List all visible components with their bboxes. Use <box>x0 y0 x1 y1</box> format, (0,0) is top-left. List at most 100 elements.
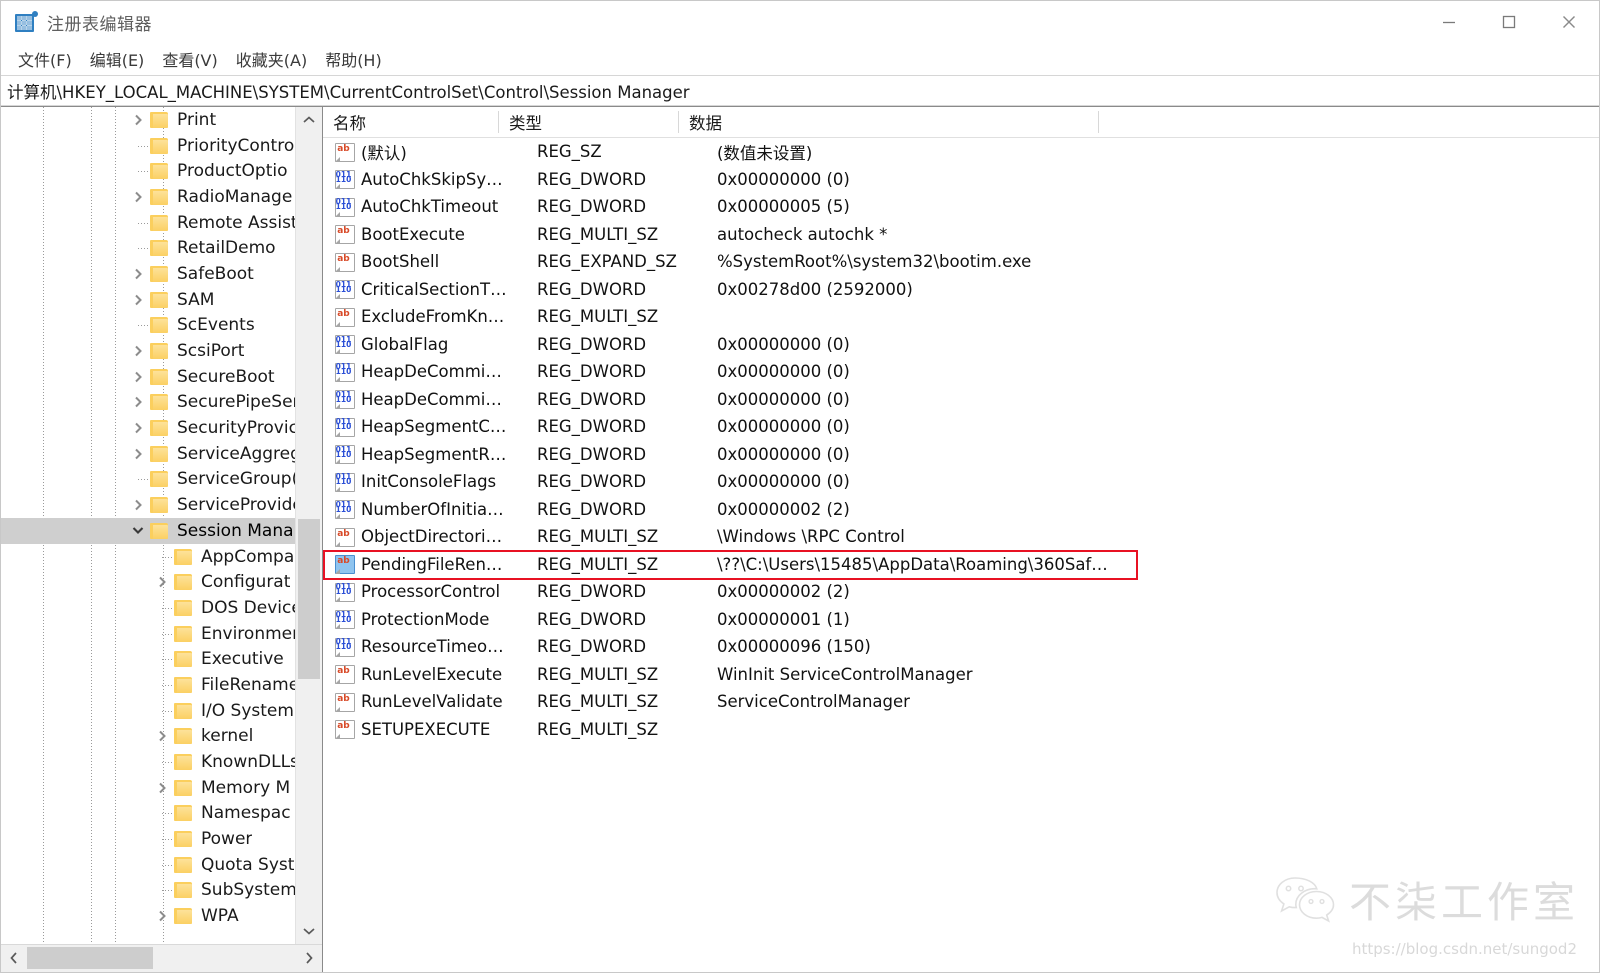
tree-line-stub <box>151 595 173 621</box>
chevron-right-icon[interactable] <box>127 390 149 416</box>
tree-node[interactable]: ScsiPort <box>1 338 322 364</box>
close-button[interactable] <box>1539 1 1599 43</box>
tree-node[interactable]: ServiceAggreg <box>1 441 322 467</box>
tree-node[interactable]: SafeBoot <box>1 261 322 287</box>
menu-help[interactable]: 帮助(H) <box>316 44 391 74</box>
chevron-right-icon[interactable] <box>127 184 149 210</box>
tree-node[interactable]: Session Mana <box>1 518 322 544</box>
column-header-type[interactable]: 类型 <box>499 107 679 137</box>
chevron-right-icon[interactable] <box>127 441 149 467</box>
value-row[interactable]: 011 110 CriticalSectionT… REG_DWORD 0x00278d… <box>323 276 1599 304</box>
tree-node[interactable]: SAM <box>1 287 322 313</box>
tree-node[interactable]: KnownDLLs <box>1 749 322 775</box>
menu-view[interactable]: 查看(V) <box>153 44 226 74</box>
value-row[interactable]: ab PendingFileRen… REG_MULTI_SZ \??\C:\User… <box>323 551 1599 579</box>
chevron-right-icon[interactable] <box>127 107 149 133</box>
chevron-right-icon[interactable] <box>151 569 173 595</box>
value-row[interactable]: 011 110 ProcessorControl REG_DWORD 0x0000000… <box>323 578 1599 606</box>
chevron-right-icon[interactable] <box>127 338 149 364</box>
menu-edit[interactable]: 编辑(E) <box>81 44 154 74</box>
tree-node[interactable]: ProductOptio <box>1 158 322 184</box>
menu-file[interactable]: 文件(F) <box>9 44 81 74</box>
value-name: (默认) <box>361 143 407 163</box>
value-data: 0x00000002 (2) <box>717 582 850 602</box>
tree-node[interactable]: Memory M <box>1 775 322 801</box>
value-row[interactable]: ab ExcludeFromKn… REG_MULTI_SZ <box>323 303 1599 331</box>
tree-node[interactable]: ServiceGroup( <box>1 467 322 493</box>
tree-scroll-right-arrow[interactable] <box>296 945 322 971</box>
tree-node[interactable]: Namespac <box>1 801 322 827</box>
values-list[interactable]: ab (默认) REG_SZ (数值未设置) 011 110 AutoChkSkipSy… R… <box>323 138 1599 972</box>
value-row[interactable]: ab SETUPEXECUTE REG_MULTI_SZ <box>323 716 1599 744</box>
tree-node[interactable]: DOS Device <box>1 595 322 621</box>
tree-node[interactable]: AppCompa <box>1 544 322 570</box>
value-type: REG_DWORD <box>537 499 647 519</box>
tree-vertical-scrollbar[interactable] <box>295 107 322 944</box>
tree-horizontal-scrollbar[interactable] <box>1 944 322 972</box>
maximize-button[interactable] <box>1479 1 1539 43</box>
value-row[interactable]: 011 110 InitConsoleFlags REG_DWORD 0x0000000… <box>323 468 1599 496</box>
tree-scroll-viewport[interactable]: Print PriorityContro ProductOptio RadioMana… <box>1 107 322 944</box>
value-row[interactable]: 011 110 ProtectionMode REG_DWORD 0x00000001 … <box>323 606 1599 634</box>
value-row[interactable]: 011 110 HeapSegmentR… REG_DWORD 0x00000000 (… <box>323 441 1599 469</box>
chevron-down-icon[interactable] <box>127 518 149 544</box>
tree-node[interactable]: Print <box>1 107 322 133</box>
tree-node[interactable]: Quota Syst <box>1 852 322 878</box>
column-header-name[interactable]: 名称 <box>323 107 499 137</box>
tree-node[interactable]: Remote Assist <box>1 210 322 236</box>
tree-node[interactable]: Environmer <box>1 621 322 647</box>
tree-node[interactable]: RetailDemo <box>1 235 322 261</box>
tree-node[interactable]: Power <box>1 826 322 852</box>
tree-node[interactable]: SecureBoot <box>1 364 322 390</box>
value-row[interactable]: ab BootShell REG_EXPAND_SZ %SystemRoot%\sys… <box>323 248 1599 276</box>
chevron-right-icon[interactable] <box>127 492 149 518</box>
chevron-right-icon[interactable] <box>127 261 149 287</box>
chevron-right-icon[interactable] <box>127 287 149 313</box>
value-row[interactable]: 011 110 NumberOfInitia… REG_DWORD 0x00000002… <box>323 496 1599 524</box>
tree-node[interactable]: SecurityProvic <box>1 415 322 441</box>
column-header-data[interactable]: 数据 <box>679 107 1599 137</box>
value-row[interactable]: ab RunLevelExecute REG_MULTI_SZ WinInit Ser… <box>323 661 1599 689</box>
tree-node[interactable]: Executive <box>1 646 322 672</box>
value-row[interactable]: ab RunLevelValidate REG_MULTI_SZ ServiceCon… <box>323 688 1599 716</box>
value-row[interactable]: 011 110 HeapSegmentC… REG_DWORD 0x00000000 (… <box>323 413 1599 441</box>
tree-hscrollbar-thumb[interactable] <box>27 947 153 969</box>
folder-icon <box>173 907 194 925</box>
value-row[interactable]: ab BootExecute REG_MULTI_SZ autocheck autoc… <box>323 221 1599 249</box>
tree-node[interactable]: kernel <box>1 724 322 750</box>
value-data: 0x00000001 (1) <box>717 609 850 629</box>
chevron-right-icon[interactable] <box>151 903 173 929</box>
chevron-right-icon[interactable] <box>151 724 173 750</box>
tree-node[interactable]: FileRename <box>1 672 322 698</box>
tree-node[interactable]: SubSystem <box>1 878 322 904</box>
value-type: REG_MULTI_SZ <box>537 719 659 739</box>
tree-node[interactable]: RadioManage <box>1 184 322 210</box>
tree-scroll-up-arrow[interactable] <box>296 107 322 133</box>
minimize-button[interactable] <box>1419 1 1479 43</box>
tree-scroll-down-arrow[interactable] <box>296 918 322 944</box>
tree-node[interactable]: ServiceProvide <box>1 492 322 518</box>
tree-scrollbar-thumb[interactable] <box>298 519 320 679</box>
chevron-right-icon[interactable] <box>127 415 149 441</box>
tree-node[interactable]: PriorityContro <box>1 133 322 159</box>
chevron-right-icon[interactable] <box>127 364 149 390</box>
value-row[interactable]: 011 110 HeapDeCommi… REG_DWORD 0x00000000 (0… <box>323 358 1599 386</box>
value-row[interactable]: ab (默认) REG_SZ (数值未设置) <box>323 138 1599 166</box>
tree-node[interactable]: SecurePipeSer <box>1 390 322 416</box>
value-row[interactable]: ab ObjectDirectori… REG_MULTI_SZ \Windows \… <box>323 523 1599 551</box>
value-row[interactable]: 011 110 GlobalFlag REG_DWORD 0x00000000 (0) <box>323 331 1599 359</box>
address-bar[interactable]: 计算机\HKEY_LOCAL_MACHINE\SYSTEM\CurrentCon… <box>1 75 1599 106</box>
value-row[interactable]: 011 110 AutoChkTimeout REG_DWORD 0x00000005 … <box>323 193 1599 221</box>
tree-node[interactable]: ScEvents <box>1 313 322 339</box>
value-row[interactable]: 011 110 HeapDeCommi… REG_DWORD 0x00000000 (0… <box>323 386 1599 414</box>
value-row[interactable]: 011 110 ResourceTimeo… REG_DWORD 0x00000096 … <box>323 633 1599 661</box>
tree-scroll-left-arrow[interactable] <box>1 945 27 971</box>
chevron-right-icon[interactable] <box>151 775 173 801</box>
tree-node[interactable]: Configurat <box>1 569 322 595</box>
value-type: REG_DWORD <box>537 472 647 492</box>
menu-favorites[interactable]: 收藏夹(A) <box>227 44 316 74</box>
value-row[interactable]: 011 110 AutoChkSkipSy… REG_DWORD 0x00000000 … <box>323 166 1599 194</box>
tree-node[interactable]: I/O System <box>1 698 322 724</box>
tree-node[interactable]: WPA <box>1 903 322 929</box>
string-value-icon: ab <box>335 665 355 685</box>
